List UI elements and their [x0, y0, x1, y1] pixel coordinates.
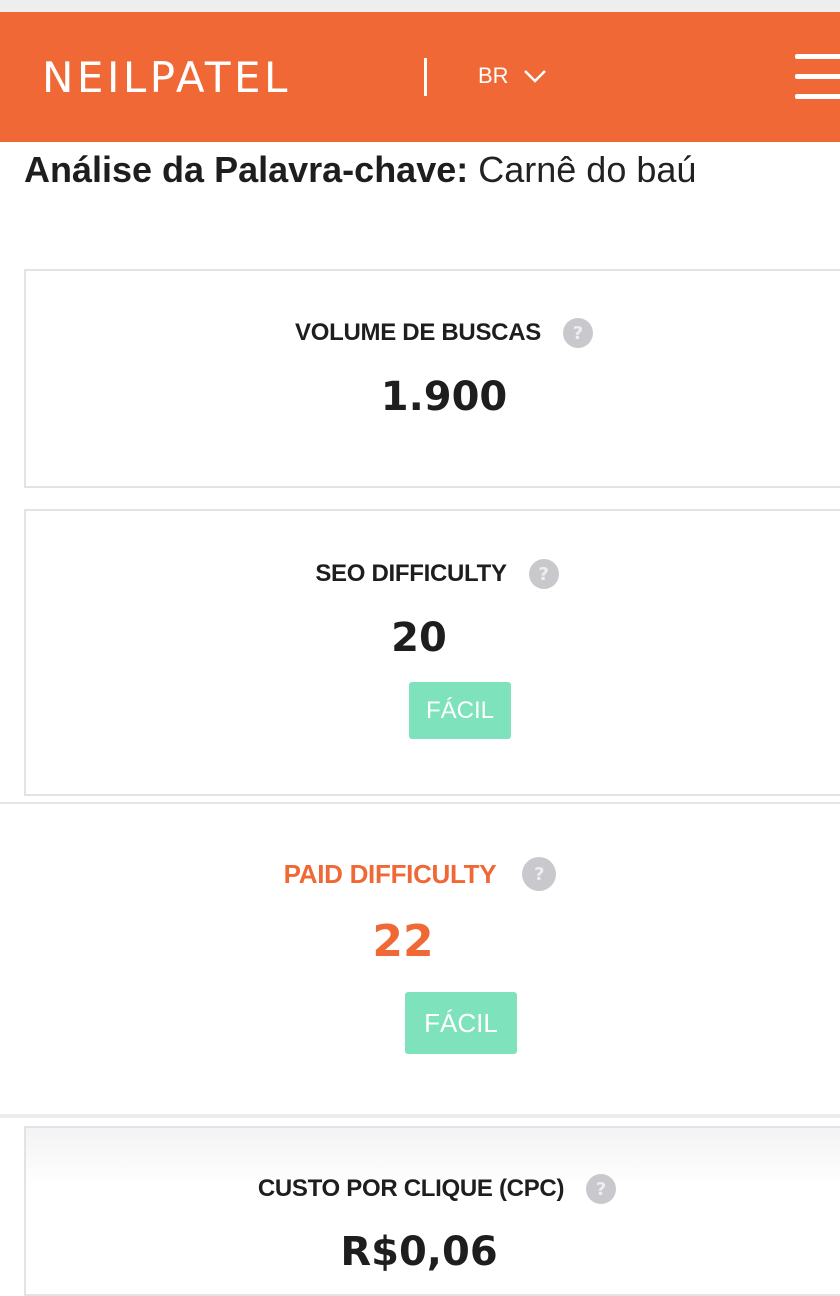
paid-difficulty-section: PAID DIFFICULTY ? 22 FÁCIL — [0, 804, 840, 1114]
paid-difficulty-badge: FÁCIL — [405, 992, 517, 1054]
help-icon[interactable]: ? — [562, 318, 593, 348]
search-volume-value: 1.900 — [380, 374, 508, 420]
page-title: Análise da Palavra-chave: Carnê do baú — [24, 146, 696, 194]
search-volume-card: VOLUME DE BUSCAS ? 1.900 — [24, 269, 840, 488]
language-selector[interactable]: BR — [478, 56, 547, 96]
help-icon[interactable]: ? — [528, 559, 559, 589]
seo-difficulty-card: SEO DIFFICULTY ? 20 FÁCIL — [24, 509, 840, 796]
seo-difficulty-label: SEO DIFFICULTY — [315, 560, 507, 587]
search-volume-label: VOLUME DE BUSCAS — [295, 319, 541, 346]
search-volume-header: VOLUME DE BUSCAS ? — [26, 316, 840, 350]
page-title-keyword: Carnê do baú — [478, 149, 697, 190]
header-divider — [424, 58, 427, 96]
hamburger-menu-icon[interactable] — [795, 54, 840, 102]
seo-difficulty-header: SEO DIFFICULTY ? — [26, 557, 840, 591]
cpc-value: R$0,06 — [340, 1229, 498, 1275]
paid-difficulty-label: PAID DIFFICULTY — [283, 858, 497, 889]
page-title-label: Análise da Palavra-chave: — [24, 149, 469, 190]
seo-difficulty-value: 20 — [391, 615, 447, 661]
neilpatel-logo[interactable]: NEILPATEL — [42, 56, 291, 100]
site-header: NEILPATEL BR — [0, 12, 840, 142]
paid-difficulty-header: PAID DIFFICULTY ? — [0, 856, 840, 892]
chevron-down-icon — [523, 70, 546, 83]
paid-difficulty-value: 22 — [372, 916, 434, 967]
help-icon[interactable]: ? — [586, 1174, 617, 1204]
seo-difficulty-badge: FÁCIL — [409, 682, 511, 739]
top-status-strip — [0, 0, 840, 12]
section-divider — [0, 1114, 840, 1118]
cpc-header: CUSTO POR CLIQUE (CPC) ? — [26, 1172, 840, 1206]
cpc-card: CUSTO POR CLIQUE (CPC) ? R$0,06 — [24, 1126, 840, 1296]
cpc-label: CUSTO POR CLIQUE (CPC) — [257, 1175, 565, 1202]
help-icon[interactable]: ? — [522, 857, 557, 891]
language-label: BR — [478, 63, 509, 88]
